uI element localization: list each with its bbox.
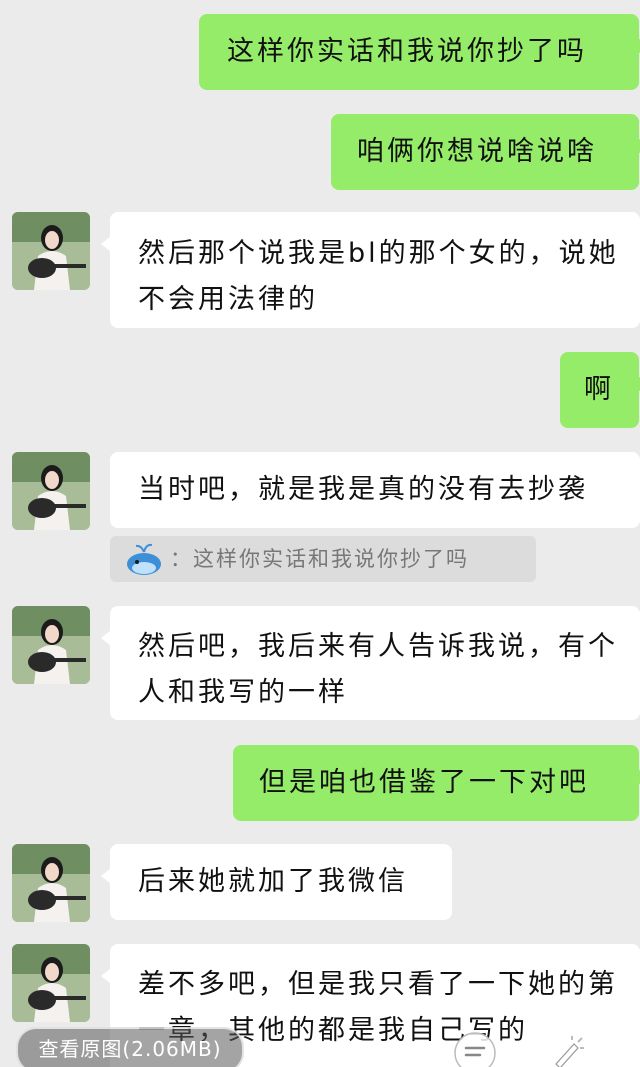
message-text: 咱俩你想说啥说啥 (357, 136, 597, 167)
chat-bubble-outgoing[interactable]: 但是咱也借鉴了一下对吧 (233, 745, 640, 821)
view-original-label: 查看原图(2.06MB) (38, 1037, 222, 1061)
menu-icon[interactable] (452, 1030, 498, 1067)
message-text: 然后那个说我是bl的那个女的，说她不会用法律的 (138, 238, 619, 315)
chat-bubble-incoming[interactable]: 后来她就加了我微信 (101, 844, 452, 920)
contact-avatar[interactable] (12, 844, 90, 922)
whale-avatar-icon (127, 543, 161, 575)
quoted-message[interactable]: ：这样你实话和我说你抄了吗 (110, 536, 536, 582)
chat-bubble-incoming[interactable]: 然后那个说我是bl的那个女的，说她不会用法律的 (101, 212, 640, 328)
message-text: 啊 (584, 374, 614, 405)
message-text: 当时吧，就是我是真的没有去抄袭 (138, 474, 588, 505)
girl-with-guitar-avatar-icon (12, 844, 90, 922)
contact-avatar[interactable] (12, 606, 90, 684)
chat-bubble-incoming[interactable]: 然后吧，我后来有人告诉我说，有个人和我写的一样 (101, 606, 640, 720)
message-text: 然后吧，我后来有人告诉我说，有个人和我写的一样 (138, 631, 618, 708)
edit-icon[interactable] (544, 1030, 590, 1067)
view-original-image-button[interactable]: 查看原图(2.06MB) (16, 1027, 244, 1067)
contact-avatar[interactable] (12, 452, 90, 530)
girl-with-guitar-avatar-icon (12, 452, 90, 530)
chat-bubble-outgoing[interactable]: 咱俩你想说啥说啥 (331, 114, 640, 190)
girl-with-guitar-avatar-icon (12, 606, 90, 684)
message-text: 后来她就加了我微信 (138, 866, 408, 897)
contact-avatar[interactable] (12, 944, 90, 1022)
quoted-text: ：这样你实话和我说你抄了吗 (170, 547, 469, 571)
contact-avatar[interactable] (12, 212, 90, 290)
girl-with-guitar-avatar-icon (12, 944, 90, 1022)
chat-bubble-outgoing[interactable]: 这样你实话和我说你抄了吗 (199, 14, 640, 90)
chat-bubble-outgoing[interactable]: 啊 (560, 352, 640, 428)
message-text: 但是咱也借鉴了一下对吧 (259, 767, 589, 798)
message-text: 这样你实话和我说你抄了吗 (227, 36, 587, 67)
chat-bubble-incoming[interactable]: 当时吧，就是我是真的没有去抄袭 (110, 452, 640, 528)
girl-with-guitar-avatar-icon (12, 212, 90, 290)
